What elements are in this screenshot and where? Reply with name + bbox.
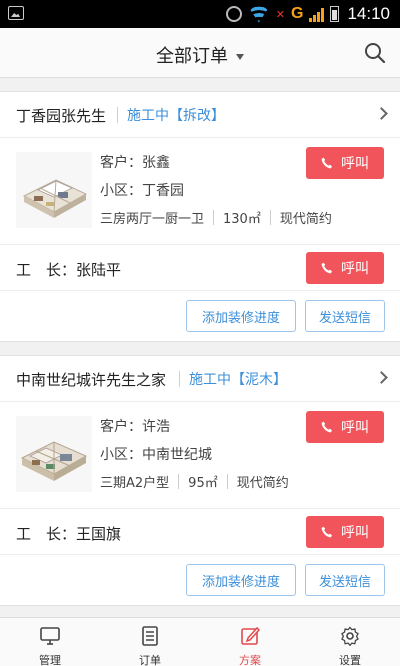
- call-button-label: 呼叫: [341, 420, 369, 436]
- order-title: 丁香园张先生: [16, 107, 107, 125]
- call-foreman-button[interactable]: 呼叫: [306, 516, 384, 548]
- call-button-label: 呼叫: [341, 525, 369, 541]
- community-name: 小区：中南世纪城: [100, 447, 212, 463]
- network-type: G: [291, 5, 304, 22]
- order-actions: 添加装修进度 发送短信: [0, 291, 400, 341]
- floor-plan-thumbnail: [16, 152, 92, 228]
- phone-icon: [321, 421, 332, 433]
- foreman-name: 工 长：王国旗: [16, 525, 122, 543]
- order-card[interactable]: 丁香园张先生 施工中【拆改】 客户：张鑫 小区：丁香园 三房两厅一厨一卫 130…: [0, 91, 400, 342]
- order-card[interactable]: 中南世纪城许先生之家 施工中【泥木】 客户：许浩 小区：中南世纪城 三期A2户型…: [0, 355, 400, 606]
- order-title: 中南世纪城许先生之家: [16, 371, 167, 389]
- order-actions: 添加装修进度 发送短信: [0, 555, 400, 605]
- call-foreman-button[interactable]: 呼叫: [306, 252, 384, 284]
- signal-icon: [309, 6, 325, 22]
- add-progress-button[interactable]: 添加装修进度: [186, 300, 296, 332]
- foreman-row: 工 长：张陆平 呼叫: [0, 245, 400, 291]
- divider: [269, 210, 271, 225]
- floor-plan-thumbnail: [16, 416, 92, 492]
- page-title: 全部订单: [156, 46, 228, 67]
- phone-icon: [321, 262, 332, 274]
- monitor-icon: [40, 627, 60, 645]
- foreman-name: 工 长：张陆平: [16, 261, 122, 279]
- tab-settings[interactable]: 设置: [300, 618, 400, 666]
- battery-icon: [330, 6, 340, 22]
- divider: [179, 371, 180, 387]
- no-signal-icon: ✕: [275, 7, 285, 21]
- order-list-icon: [142, 626, 158, 646]
- order-details: 客户：张鑫 小区：丁香园 三房两厅一厨一卫 130㎡ 现代简约 呼叫: [0, 138, 400, 245]
- tab-orders[interactable]: 订单: [100, 618, 200, 666]
- order-filter-dropdown[interactable]: 全部订单: [0, 42, 400, 68]
- edit-plan-icon: [241, 626, 261, 645]
- call-button-label: 呼叫: [341, 261, 369, 277]
- decor-style: 现代简约: [279, 212, 332, 227]
- search-icon[interactable]: [364, 42, 386, 64]
- chevron-right-icon[interactable]: [375, 107, 388, 120]
- chevron-right-icon[interactable]: [375, 371, 388, 384]
- tab-label: 方案: [239, 654, 261, 666]
- call-button-label: 呼叫: [341, 156, 369, 172]
- house-layout: 三期A2户型: [100, 476, 170, 491]
- order-card-header[interactable]: 中南世纪城许先生之家 施工中【泥木】: [0, 356, 400, 402]
- order-status: 施工中【拆改】: [127, 108, 225, 124]
- tab-label: 设置: [339, 654, 361, 666]
- order-status: 施工中【泥木】: [189, 372, 287, 388]
- customer-name: 客户：张鑫: [100, 155, 170, 171]
- house-area: 95㎡: [188, 476, 218, 491]
- tab-plans[interactable]: 方案: [200, 618, 300, 666]
- status-bar: ✕ G 14:10: [0, 0, 400, 28]
- tab-label: 管理: [39, 654, 61, 666]
- house-spec: 三期A2户型 95㎡ 现代简约: [100, 472, 289, 491]
- caret-down-icon: [236, 54, 244, 60]
- house-spec: 三房两厅一厨一卫 130㎡ 现代简约: [100, 208, 332, 227]
- send-sms-button[interactable]: 发送短信: [305, 300, 385, 332]
- clock: 14:10: [347, 4, 390, 23]
- phone-icon: [321, 157, 332, 169]
- gear-icon: [341, 626, 359, 646]
- community-name: 小区：丁香园: [100, 183, 184, 199]
- alarm-icon: [225, 6, 242, 22]
- foreman-row: 工 长：王国旗 呼叫: [0, 509, 400, 555]
- divider: [226, 474, 228, 489]
- phone-icon: [321, 526, 332, 538]
- add-progress-button[interactable]: 添加装修进度: [186, 564, 296, 596]
- order-details: 客户：许浩 小区：中南世纪城 三期A2户型 95㎡ 现代简约 呼叫: [0, 402, 400, 509]
- bottom-tab-bar: 管理 订单 方案 设置: [0, 617, 400, 666]
- customer-name: 客户：许浩: [100, 419, 170, 435]
- send-sms-button[interactable]: 发送短信: [305, 564, 385, 596]
- call-customer-button[interactable]: 呼叫: [306, 147, 384, 179]
- decor-style: 现代简约: [236, 476, 289, 491]
- title-bar: 全部订单: [0, 28, 400, 78]
- wifi-icon: [248, 6, 270, 22]
- house-layout: 三房两厅一厨一卫: [100, 212, 205, 227]
- call-customer-button[interactable]: 呼叫: [306, 411, 384, 443]
- divider: [213, 210, 215, 225]
- order-card-header[interactable]: 丁香园张先生 施工中【拆改】: [0, 92, 400, 138]
- tab-management[interactable]: 管理: [0, 618, 100, 666]
- divider: [117, 107, 118, 123]
- house-area: 130㎡: [223, 212, 261, 227]
- gallery-notification-icon: [8, 6, 24, 20]
- divider: [178, 474, 180, 489]
- tab-label: 订单: [139, 654, 161, 666]
